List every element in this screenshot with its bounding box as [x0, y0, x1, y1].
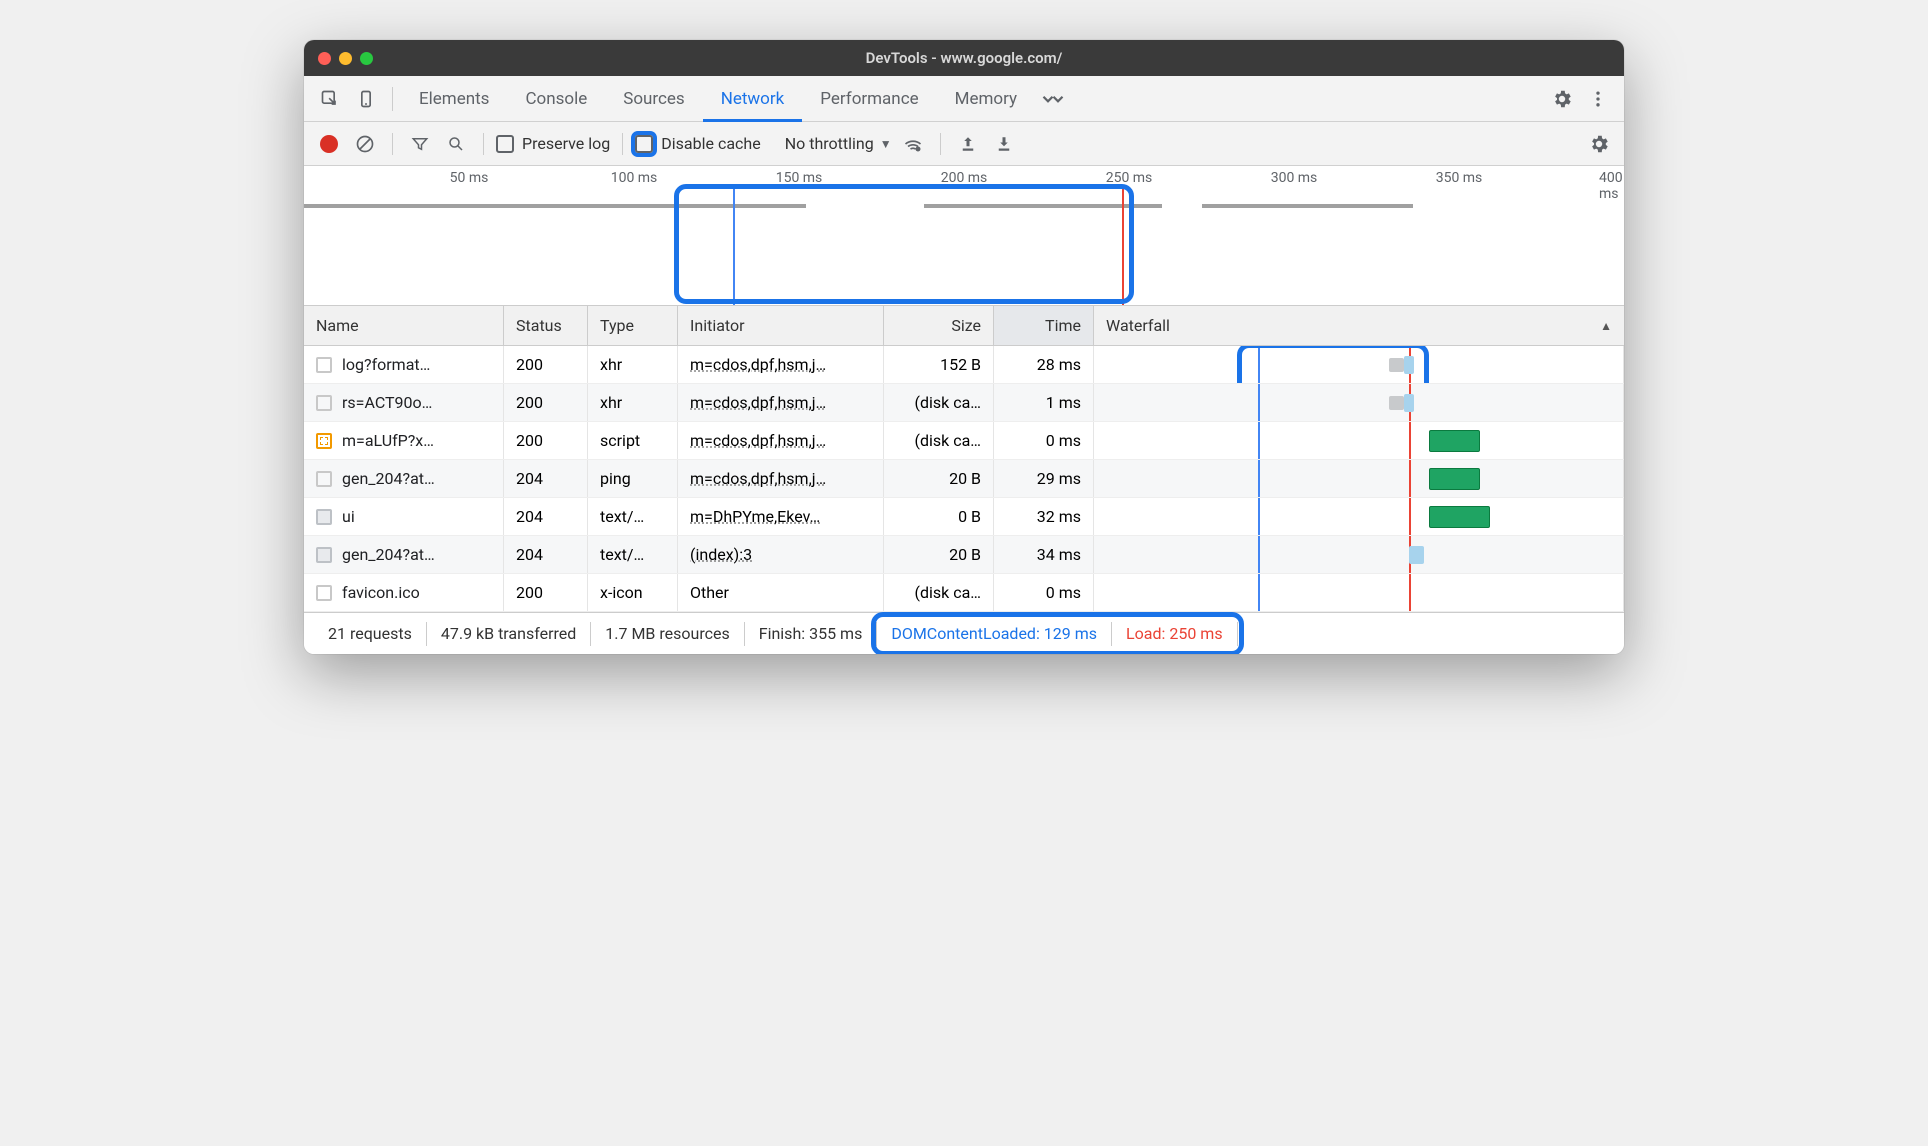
tab-memory[interactable]: Memory: [937, 76, 1035, 122]
tick: 400 ms: [1599, 170, 1623, 202]
status-transferred: 47.9 kB transferred: [427, 622, 591, 646]
preserve-log-label: Preserve log: [522, 134, 610, 153]
disable-cache-checkbox[interactable]: Disable cache: [635, 134, 760, 153]
panel-tabs: Elements Console Sources Network Perform…: [304, 76, 1624, 122]
col-name[interactable]: Name: [304, 306, 504, 345]
disable-cache-label: Disable cache: [661, 134, 760, 153]
table-row[interactable]: gen_204?at… 204 text/… (index):3 20 B 34…: [304, 536, 1624, 574]
status-bar: 21 requests 47.9 kB transferred 1.7 MB r…: [304, 612, 1624, 654]
domcontentloaded-marker: [733, 188, 735, 305]
window-controls: [318, 52, 373, 65]
col-initiator[interactable]: Initiator: [678, 306, 884, 345]
kebab-menu-icon[interactable]: [1580, 81, 1616, 117]
tick: 300 ms: [1271, 170, 1318, 186]
status-finish: Finish: 355 ms: [745, 622, 878, 646]
table-row[interactable]: ui 204 text/… m=DhPYme,Ekev… 0 B 32 ms: [304, 498, 1624, 536]
download-har-icon[interactable]: [989, 129, 1019, 159]
tab-console[interactable]: Console: [507, 76, 605, 122]
request-table: log?format… 200 xhr m=cdos,dpf,hsm,j… 15…: [304, 346, 1624, 612]
titlebar: DevTools - www.google.com/: [304, 40, 1624, 76]
col-type[interactable]: Type: [588, 306, 678, 345]
tab-network[interactable]: Network: [703, 76, 803, 122]
filter-icon[interactable]: [405, 129, 435, 159]
col-size[interactable]: Size: [884, 306, 994, 345]
tab-performance[interactable]: Performance: [802, 76, 936, 122]
more-tabs-icon[interactable]: [1035, 81, 1071, 117]
preserve-log-checkbox[interactable]: Preserve log: [496, 134, 610, 153]
minimize-window-button[interactable]: [339, 52, 352, 65]
annotation-highlight: [674, 184, 1134, 304]
table-row[interactable]: rs=ACT90o… 200 xhr m=cdos,dpf,hsm,j… (di…: [304, 384, 1624, 422]
separator: [392, 87, 393, 111]
status-resources: 1.7 MB resources: [591, 622, 744, 646]
clear-button[interactable]: [350, 129, 380, 159]
network-settings-icon[interactable]: [1584, 129, 1614, 159]
col-time[interactable]: Time: [994, 306, 1094, 345]
status-domcontentloaded: DOMContentLoaded: 129 ms: [877, 622, 1112, 646]
status-requests: 21 requests: [314, 622, 427, 646]
throttling-label: No throttling: [785, 134, 874, 153]
window-title: DevTools - www.google.com/: [304, 49, 1624, 67]
inspect-icon[interactable]: [312, 81, 348, 117]
table-row[interactable]: m=aLUfP?x… 200 script m=cdos,dpf,hsm,j… …: [304, 422, 1624, 460]
throttling-select[interactable]: No throttling ▼: [785, 134, 892, 153]
col-waterfall[interactable]: Waterfall ▲: [1094, 306, 1624, 345]
search-icon[interactable]: [441, 129, 471, 159]
tick: 350 ms: [1436, 170, 1483, 186]
record-button[interactable]: [314, 129, 344, 159]
tick: 250 ms: [1106, 170, 1153, 186]
timeline-overview[interactable]: 50 ms 100 ms 150 ms 200 ms 250 ms 300 ms…: [304, 166, 1624, 306]
device-toggle-icon[interactable]: [348, 81, 384, 117]
table-row[interactable]: gen_204?at… 204 ping m=cdos,dpf,hsm,j… 2…: [304, 460, 1624, 498]
table-row[interactable]: log?format… 200 xhr m=cdos,dpf,hsm,j… 15…: [304, 346, 1624, 384]
tick: 200 ms: [941, 170, 988, 186]
status-load: Load: 250 ms: [1112, 622, 1238, 646]
tick: 100 ms: [611, 170, 658, 186]
close-window-button[interactable]: [318, 52, 331, 65]
col-status[interactable]: Status: [504, 306, 588, 345]
chevron-down-icon: ▼: [880, 137, 892, 151]
upload-har-icon[interactable]: [953, 129, 983, 159]
settings-icon[interactable]: [1544, 81, 1580, 117]
tick: 50 ms: [450, 170, 489, 186]
tick: 150 ms: [776, 170, 823, 186]
table-headers: Name Status Type Initiator Size Time Wat…: [304, 306, 1624, 346]
maximize-window-button[interactable]: [360, 52, 373, 65]
tab-elements[interactable]: Elements: [401, 76, 507, 122]
sort-arrow-icon: ▲: [1600, 319, 1612, 333]
devtools-window: DevTools - www.google.com/ Elements Cons…: [304, 40, 1624, 654]
network-toolbar: Preserve log Disable cache No throttling…: [304, 122, 1624, 166]
network-conditions-icon[interactable]: [898, 129, 928, 159]
table-row[interactable]: favicon.ico 200 x-icon Other (disk ca… 0…: [304, 574, 1624, 612]
load-marker: [1122, 188, 1124, 305]
tab-sources[interactable]: Sources: [605, 76, 702, 122]
